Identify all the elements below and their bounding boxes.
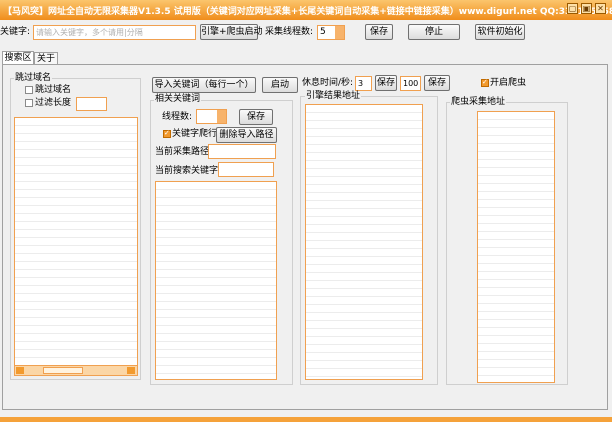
scroll-thumb[interactable]: [43, 367, 83, 374]
result-count-save-button[interactable]: 保存: [424, 75, 450, 91]
skip-domain-checkbox[interactable]: [25, 86, 33, 94]
rest-time-save-button[interactable]: 保存: [375, 75, 397, 91]
keyword-start-button[interactable]: 启动: [262, 77, 298, 93]
collect-threads-stepper[interactable]: 5: [317, 25, 345, 40]
related-keywords-list[interactable]: [155, 181, 277, 380]
title-bar: 【马风突】网址全自动无限采集器V1.3.5 试用版（关键词对应网址采集+长尾关键…: [0, 0, 612, 20]
filter-length-checkbox[interactable]: [25, 99, 33, 107]
keyword-input[interactable]: 请输入关键字，多个请用|分隔: [33, 25, 196, 40]
engine-spider-start-button[interactable]: 引擎+爬虫启动: [200, 24, 263, 40]
current-keyword-label: 当前搜索关键字:: [155, 166, 222, 176]
stop-button[interactable]: 停止: [408, 24, 460, 40]
import-keywords-button[interactable]: 导入关键词（每行一个）: [152, 77, 256, 93]
scroll-right-icon[interactable]: [127, 367, 135, 374]
rest-time-input[interactable]: 3: [355, 76, 372, 91]
window-title: 【马风突】网址全自动无限采集器V1.3.5 试用版（关键词对应网址采集+长尾关键…: [3, 7, 612, 17]
spider-results-label: 爬虫采集地址: [450, 97, 507, 108]
keyword-crawl-checkbox[interactable]: [163, 129, 171, 138]
collect-threads-value: 5: [320, 27, 326, 37]
keyword-threads-label: 线程数:: [162, 112, 193, 122]
current-path-input[interactable]: [208, 144, 276, 159]
current-path-label: 当前采集路径:: [155, 147, 213, 157]
maximize-icon[interactable]: ▣: [581, 3, 592, 14]
keyword-save-button[interactable]: 保存: [239, 109, 273, 125]
engine-results-label: 引擎结果地址: [305, 91, 362, 102]
software-init-button[interactable]: 软件初始化: [475, 24, 525, 40]
enable-spider-checkbox[interactable]: [481, 78, 489, 87]
keyword-label: 关键字:: [0, 27, 31, 37]
current-keyword-input[interactable]: [218, 162, 274, 177]
delete-import-path-button[interactable]: 删除导入路径: [216, 127, 277, 143]
close-icon[interactable]: ✕: [595, 3, 606, 14]
skip-domain-group-label: 跳过域名: [14, 73, 53, 84]
spider-results-list[interactable]: [477, 111, 555, 383]
engine-results-list[interactable]: [305, 104, 423, 380]
scroll-left-icon[interactable]: [16, 367, 24, 374]
keyword-threads-stepper[interactable]: [196, 109, 227, 124]
related-keywords-group-label: 相关关键词: [154, 94, 202, 105]
keyword-crawl-checkbox-label: 关键字爬行: [172, 129, 218, 139]
result-count-input[interactable]: 100: [400, 76, 421, 91]
filter-length-checkbox-label: 过滤长度: [35, 98, 72, 108]
rest-time-label: 休息时间/秒:: [302, 78, 354, 88]
filter-length-input[interactable]: [76, 97, 107, 111]
minimize-icon[interactable]: ▢: [567, 3, 578, 14]
toolbar-save-button[interactable]: 保存: [365, 24, 393, 40]
stepper-arrows-icon[interactable]: [335, 26, 344, 39]
skip-domain-list[interactable]: [14, 117, 138, 376]
skip-domain-hscroll[interactable]: [15, 365, 137, 375]
skip-domain-checkbox-label: 跳过域名: [35, 85, 72, 95]
status-bar: [0, 417, 612, 422]
stepper-arrows-icon[interactable]: [217, 110, 226, 123]
collect-threads-label: 采集线程数:: [265, 27, 314, 37]
tab-search-area[interactable]: 搜索区: [2, 51, 34, 65]
enable-spider-checkbox-label: 开启爬虫: [490, 78, 527, 88]
